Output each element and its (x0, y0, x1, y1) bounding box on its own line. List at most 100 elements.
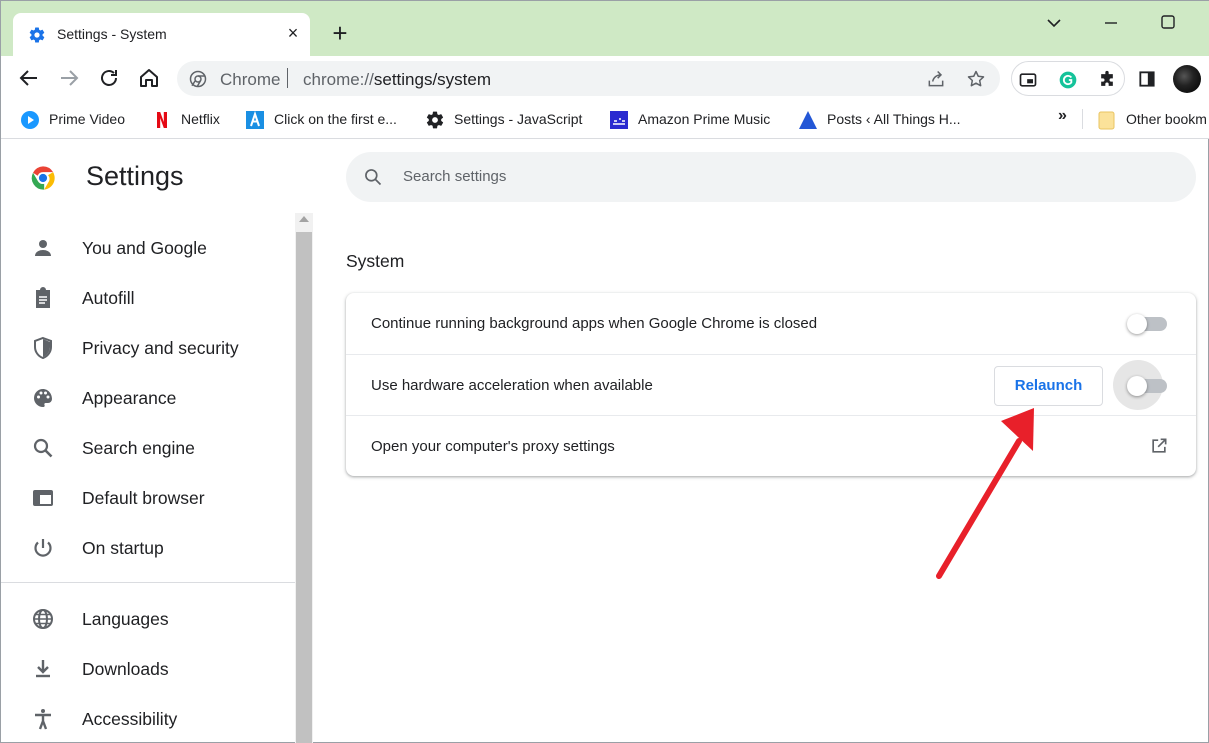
search-settings-input[interactable]: Search settings (346, 152, 1196, 202)
sidebar-item-languages[interactable]: Languages (31, 599, 281, 639)
search-icon (365, 169, 382, 186)
sidebar-item-label: Appearance (82, 388, 177, 408)
sidebar-item-label: Downloads (82, 659, 169, 679)
person-icon (35, 240, 51, 256)
picture-in-picture-icon[interactable] (1018, 70, 1038, 90)
search-placeholder: Search settings (403, 168, 507, 185)
prime-music-icon (610, 111, 628, 129)
open-external-icon[interactable] (1149, 436, 1169, 456)
browser-toolbar: Chrome chrome://settings/system (1, 56, 1209, 101)
bookmark-amazon-prime-music[interactable]: Amazon Prime Music (609, 109, 784, 131)
url-prefix: chrome:// (303, 70, 374, 89)
profile-avatar[interactable] (1173, 65, 1201, 93)
chrome-logo-icon (31, 166, 55, 190)
tab-strip: Settings - System × + (1, 1, 1209, 56)
url-text[interactable]: chrome://settings/system (303, 70, 491, 90)
accessibility-icon (35, 709, 51, 730)
bookmark-settings-javascript[interactable]: Settings - JavaScript (425, 109, 595, 131)
row-label: Open your computer's proxy settings (371, 438, 615, 455)
grammarly-icon[interactable] (1058, 70, 1078, 90)
relaunch-button[interactable]: Relaunch (994, 366, 1103, 406)
toggle-knob (1127, 314, 1147, 334)
background-apps-toggle[interactable] (1127, 314, 1167, 334)
puzzle-icon[interactable] (1097, 70, 1117, 90)
section-title-system: System (346, 251, 405, 271)
bookmarks-bar: Prime Video Netflix Click on the first e… (1, 101, 1209, 139)
sidebar-item-label: Search engine (82, 438, 195, 458)
tab-settings-system[interactable]: Settings - System × (13, 13, 310, 56)
home-icon[interactable] (137, 66, 161, 90)
bookmark-label: Posts ‹ All Things H... (827, 111, 961, 127)
bookmark-label: Settings - JavaScript (454, 111, 583, 127)
extensions-area (1011, 61, 1125, 96)
bookmark-netflix[interactable]: Netflix (152, 109, 232, 131)
bookmarks-divider (1082, 109, 1083, 129)
sidebar-item-you-and-google[interactable]: You and Google (31, 228, 281, 268)
hardware-acceleration-toggle[interactable] (1127, 376, 1167, 396)
tab-title: Settings - System (57, 26, 167, 42)
sidebar-item-downloads[interactable]: Downloads (31, 649, 281, 689)
bookmark-click-first[interactable]: Click on the first e... (245, 109, 410, 131)
bookmark-label: Amazon Prime Music (638, 111, 771, 127)
minimize-icon[interactable] (1099, 11, 1123, 35)
clipboard-icon (36, 287, 50, 308)
power-icon (34, 539, 52, 557)
bookmark-label: Other bookm (1126, 111, 1207, 127)
sidebar-item-label: On startup (82, 538, 164, 558)
sidebar-item-label: Languages (82, 609, 169, 629)
row-hardware-acceleration: Use hardware acceleration when available… (346, 354, 1196, 415)
row-label: Continue running background apps when Go… (371, 315, 818, 332)
a-letter-icon (246, 110, 264, 129)
sidebar-divider (1, 582, 295, 583)
reload-icon[interactable] (97, 66, 121, 90)
prime-video-icon (21, 111, 39, 129)
url-separator (287, 68, 288, 88)
page-title: Settings (86, 161, 184, 191)
bookmarks-overflow-chevron[interactable]: » (1058, 107, 1067, 125)
maximize-icon[interactable] (1156, 11, 1180, 35)
sidebar-scrollbar-thumb[interactable] (296, 232, 312, 743)
bookmark-posts-all-things[interactable]: Posts ‹ All Things H... (798, 109, 973, 131)
toggle-knob (1127, 376, 1147, 396)
bookmark-label: Click on the first e... (274, 111, 397, 127)
download-icon (36, 660, 50, 678)
url-path: settings/system (373, 70, 492, 89)
sidebar-item-privacy-and-security[interactable]: Privacy and security (31, 328, 281, 368)
sidebar-item-autofill[interactable]: Autofill (31, 278, 281, 318)
palette-icon (34, 389, 52, 407)
back-icon[interactable] (17, 66, 41, 90)
sidebar-item-label: Autofill (82, 288, 135, 308)
sidebar-item-appearance[interactable]: Appearance (31, 378, 281, 418)
forward-icon[interactable] (57, 66, 81, 90)
new-tab-button[interactable]: + (327, 20, 353, 46)
star-icon[interactable] (966, 69, 986, 89)
chevron-down-icon[interactable] (1042, 11, 1066, 35)
system-settings-card: Continue running background apps when Go… (346, 293, 1196, 476)
share-icon[interactable] (926, 69, 946, 89)
row-background-apps: Continue running background apps when Go… (346, 293, 1196, 354)
search-icon (33, 438, 53, 458)
gear-icon (29, 27, 45, 43)
bookmark-label: Prime Video (49, 111, 126, 127)
bookmark-prime-video[interactable]: Prime Video (20, 109, 140, 131)
close-tab-icon[interactable]: × (283, 23, 303, 43)
sidebar-item-search-engine[interactable]: Search engine (31, 428, 281, 468)
chrome-icon (189, 70, 207, 88)
address-bar[interactable]: Chrome chrome://settings/system (177, 61, 1000, 96)
bookmark-other-bookmarks[interactable]: Other bookm (1097, 109, 1209, 131)
bookmark-label: Netflix (181, 111, 220, 127)
sidebar-item-on-startup[interactable]: On startup (31, 528, 281, 568)
globe-icon (33, 609, 53, 629)
shield-icon (34, 336, 52, 360)
sidebar-item-label: You and Google (82, 238, 207, 258)
sidebar-item-label: Privacy and security (82, 338, 239, 358)
url-scheme-label: Chrome (220, 70, 281, 89)
gear-icon (426, 111, 444, 129)
side-panel-icon[interactable] (1137, 69, 1157, 89)
scroll-up-arrow-icon[interactable] (299, 216, 309, 222)
sidebar-item-label: Accessibility (82, 709, 178, 729)
row-proxy-settings[interactable]: Open your computer's proxy settings (346, 415, 1196, 476)
row-label: Use hardware acceleration when available (371, 377, 653, 394)
sidebar-item-accessibility[interactable]: Accessibility (31, 699, 281, 739)
sidebar-item-default-browser[interactable]: Default browser (31, 478, 281, 518)
